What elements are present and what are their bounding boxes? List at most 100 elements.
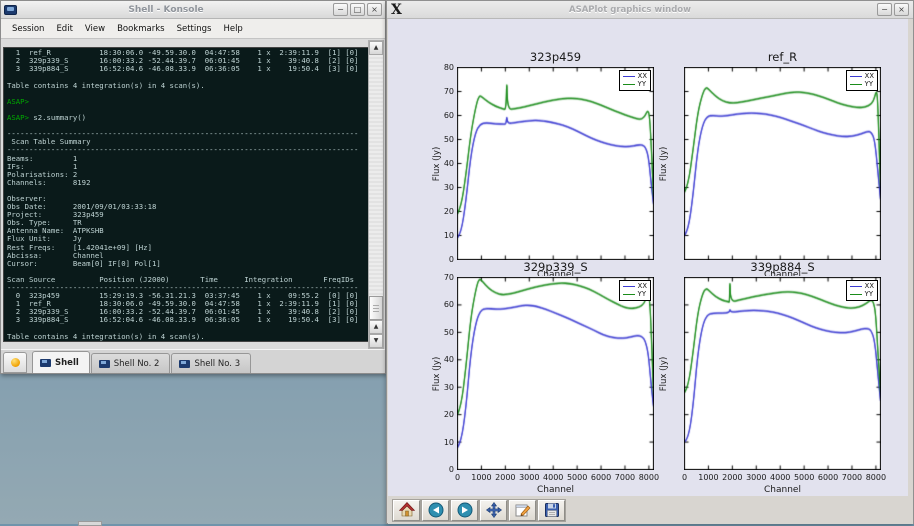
subplots-icon[interactable] — [509, 500, 536, 521]
plot-title: 323p459 — [457, 50, 654, 64]
legend-label: XX — [865, 282, 874, 290]
y-tick-label: 50 — [430, 135, 454, 144]
tab-shell[interactable]: Shell — [32, 351, 90, 373]
y-tick-label: 20 — [430, 207, 454, 216]
minimize-button[interactable]: − — [877, 3, 892, 16]
maximize-button[interactable]: □ — [350, 3, 365, 16]
y-tick-label: 50 — [430, 328, 454, 337]
y-axis-label: Flux (Jy) — [659, 344, 669, 404]
plot-toolbar — [388, 496, 913, 524]
menu-item-bookmarks[interactable]: Bookmarks — [112, 22, 170, 36]
y-tick-label: 10 — [430, 231, 454, 240]
terminal-scrollbar[interactable]: ▲ ▲ ▼ — [368, 40, 384, 349]
scrollbar-thumb[interactable] — [369, 296, 383, 320]
new-session-icon — [11, 358, 20, 367]
scroll-up2-icon[interactable]: ▲ — [369, 320, 383, 334]
y-tick-label: 20 — [430, 410, 454, 419]
pan-icon[interactable] — [480, 500, 507, 521]
close-button[interactable]: × — [894, 3, 909, 16]
terminal-output[interactable]: 1 ref_R 18:30:06.0 -49.59.30.0 04:47:58 … — [3, 47, 368, 341]
y-tick-label: 60 — [430, 111, 454, 120]
legend: XXYY — [619, 280, 651, 301]
konsole-menubar: SessionEditViewBookmarksSettingsHelp — [1, 19, 385, 39]
legend-label: YY — [865, 290, 873, 298]
legend-label: YY — [638, 290, 646, 298]
legend: XXYY — [619, 70, 651, 91]
asaplot-titlebar[interactable]: X ASAPlot graphics window − × — [387, 1, 913, 19]
terminal-icon — [99, 360, 110, 368]
home-icon[interactable] — [393, 500, 420, 521]
menu-item-edit[interactable]: Edit — [51, 22, 77, 36]
y-axis-label: Flux (Jy) — [432, 344, 442, 404]
plot-canvas — [457, 277, 654, 470]
asaplot-window-title: ASAPlot graphics window — [387, 5, 873, 15]
plot-ref_R: ref_RFlux (Jy)ChannelXXYY — [684, 67, 881, 260]
legend-line — [850, 84, 862, 85]
tab-label: Shell No. 2 — [114, 359, 160, 369]
legend-line — [850, 76, 862, 77]
plot-339p884_S: 339p884_SFlux (Jy)0100020003000400050006… — [684, 277, 881, 470]
x-tick-label: 8000 — [634, 473, 664, 482]
konsole-window-title: Shell - Konsole — [1, 5, 331, 15]
y-tick-label: 40 — [430, 355, 454, 364]
close-button[interactable]: × — [367, 3, 382, 16]
legend-label: XX — [638, 282, 647, 290]
legend-line — [623, 76, 635, 77]
y-tick-label: 30 — [430, 183, 454, 192]
scroll-up-icon[interactable]: ▲ — [369, 41, 383, 55]
legend-line — [850, 294, 862, 295]
plot-canvas — [684, 277, 881, 470]
y-tick-label: 30 — [430, 383, 454, 392]
terminal-icon — [40, 359, 51, 367]
y-tick-label: 70 — [430, 273, 454, 282]
scroll-down-icon[interactable]: ▼ — [369, 334, 383, 348]
back-icon[interactable] — [422, 500, 449, 521]
y-tick-label: 0 — [430, 255, 454, 264]
plot-title: 339p884_S — [684, 260, 881, 274]
save-icon[interactable] — [538, 500, 565, 521]
legend: XXYY — [846, 280, 878, 301]
legend: XXYY — [846, 70, 878, 91]
plot-canvas — [457, 67, 654, 260]
scrollbar-track[interactable] — [369, 55, 383, 320]
menu-item-session[interactable]: Session — [7, 22, 49, 36]
figure-canvas: 323p459 Flux (Jy) 0 10 20 30 40 50 60 70 80 Channel… — [388, 19, 908, 496]
plot-canvas — [684, 67, 881, 260]
y-tick-label: 60 — [430, 300, 454, 309]
terminal-icon — [179, 360, 190, 368]
tab-label: Shell No. 3 — [194, 359, 240, 369]
x-tick-label: 8000 — [861, 473, 891, 482]
konsole-tabbar: Shell Shell No. 2 Shell No. 3 — [1, 349, 385, 373]
legend-line — [623, 84, 635, 85]
plot-329p339_S: 329p339_SFlux (Jy)0102030405060700100020… — [457, 277, 654, 470]
y-tick-label: 70 — [430, 87, 454, 96]
plot-title: ref_R — [684, 50, 881, 64]
tab-shell-no-3[interactable]: Shell No. 3 — [171, 353, 251, 373]
legend-label: XX — [638, 72, 647, 80]
legend-label: YY — [638, 80, 646, 88]
plot-323p459: 323p459Flux (Jy)01020304050607080Channel… — [457, 67, 654, 260]
legend-line — [623, 294, 635, 295]
asaplot-window: X ASAPlot graphics window − × 323p459 Flu… — [386, 0, 914, 524]
legend-label: YY — [865, 80, 873, 88]
legend-line — [623, 286, 635, 287]
y-tick-label: 80 — [430, 63, 454, 72]
tab-label: Shell — [55, 358, 79, 368]
forward-icon[interactable] — [451, 500, 478, 521]
menu-item-settings[interactable]: Settings — [172, 22, 217, 36]
legend-label: XX — [865, 72, 874, 80]
x-axis-label: Channel — [457, 485, 654, 495]
konsole-window: Shell - Konsole − □ × SessionEditViewBoo… — [0, 0, 386, 374]
konsole-titlebar[interactable]: Shell - Konsole − □ × — [1, 1, 385, 19]
y-tick-label: 40 — [430, 159, 454, 168]
y-axis-label: Flux (Jy) — [659, 134, 669, 194]
new-session-button[interactable] — [3, 352, 27, 373]
legend-line — [850, 286, 862, 287]
plot-title: 329p339_S — [457, 260, 654, 274]
menu-item-view[interactable]: View — [80, 22, 110, 36]
tab-shell-no-2[interactable]: Shell No. 2 — [91, 353, 171, 373]
minimize-button[interactable]: − — [333, 3, 348, 16]
menu-item-help[interactable]: Help — [218, 22, 247, 36]
x-axis-label: Channel — [684, 485, 881, 495]
y-tick-label: 10 — [430, 438, 454, 447]
